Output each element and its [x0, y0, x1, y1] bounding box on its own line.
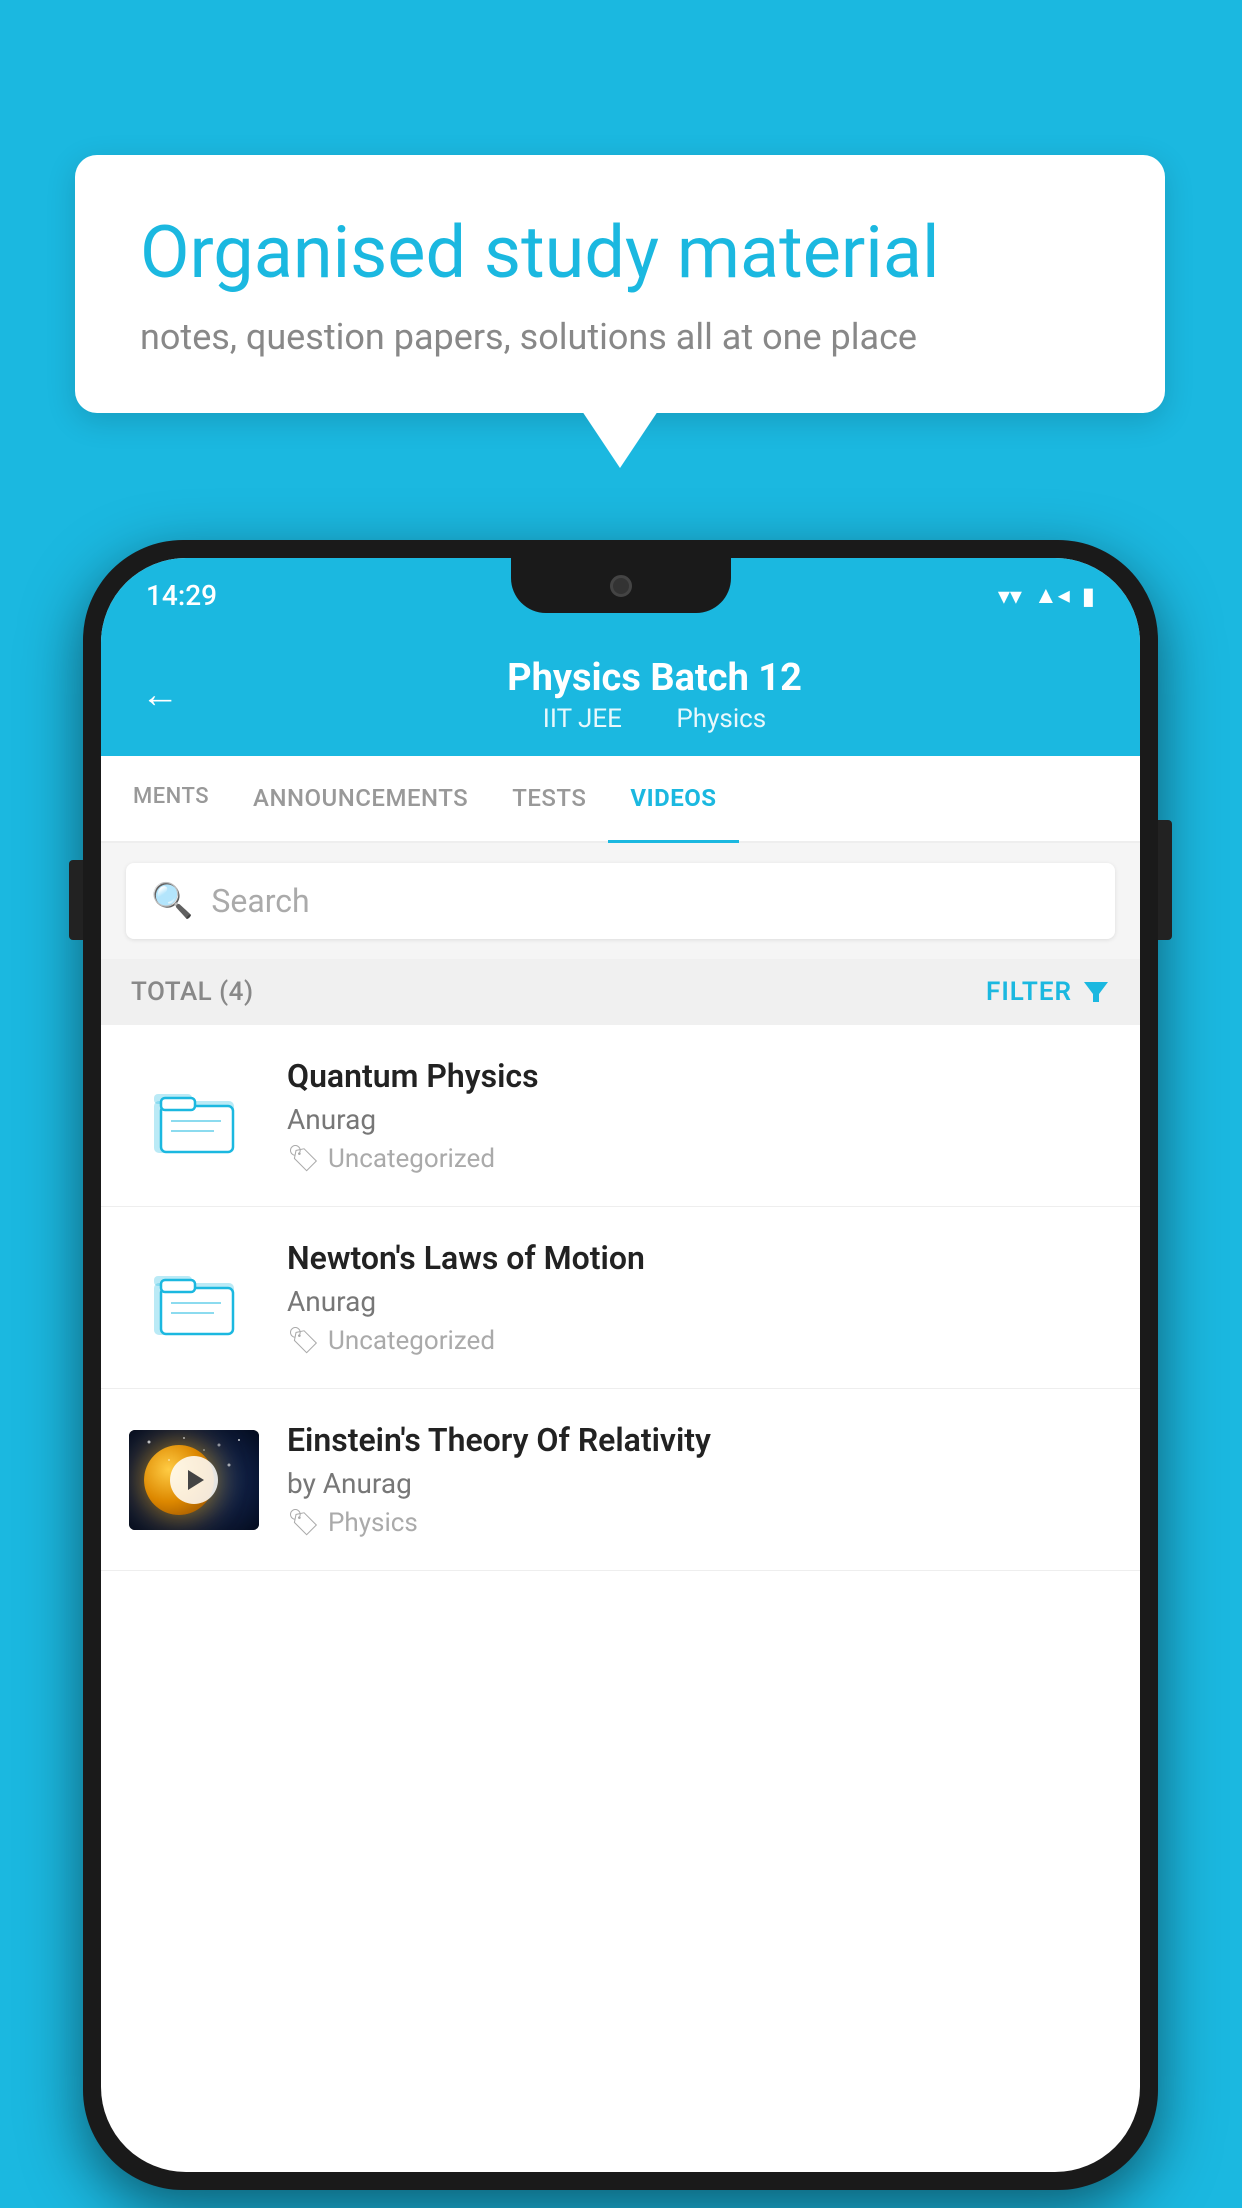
phone-screen: 14:29 ▾▾ ▲◂ ▮ ← Physics Batch 12 IIT JEE… — [101, 558, 1140, 2172]
video-author: by Anurag — [287, 1467, 1112, 1500]
video-tag: 🏷 Uncategorized — [287, 1144, 1112, 1174]
video-title: Quantum Physics — [287, 1057, 1112, 1095]
video-tag: 🏷 Physics — [287, 1508, 1112, 1538]
phone-outer: 14:29 ▾▾ ▲◂ ▮ ← Physics Batch 12 IIT JEE… — [83, 540, 1158, 2190]
video-title: Newton's Laws of Motion — [287, 1239, 1112, 1277]
back-button[interactable]: ← — [141, 673, 179, 717]
search-bar[interactable]: 🔍 Search — [126, 863, 1115, 939]
video-author: Anurag — [287, 1285, 1112, 1318]
search-input[interactable]: Search — [211, 882, 309, 920]
tab-videos[interactable]: VIDEOS — [608, 756, 738, 843]
status-icons: ▾▾ ▲◂ ▮ — [998, 581, 1095, 610]
app-header: ← Physics Batch 12 IIT JEE Physics — [101, 628, 1140, 756]
total-count: TOTAL (4) — [131, 977, 254, 1007]
play-triangle-icon — [188, 1470, 204, 1490]
search-container: 🔍 Search — [101, 843, 1140, 959]
video-tag: 🏷 Uncategorized — [287, 1326, 1112, 1356]
tag-icon: 🏷 — [287, 1144, 320, 1174]
list-item[interactable]: Einstein's Theory Of Relativity by Anura… — [101, 1389, 1140, 1571]
list-item[interactable]: Quantum Physics Anurag 🏷 Uncategorized — [101, 1025, 1140, 1207]
folder-thumb-newton — [129, 1258, 259, 1338]
header-title-wrap: Physics Batch 12 IIT JEE Physics — [209, 656, 1100, 734]
subtitle-iitjee: IIT JEE — [543, 704, 622, 734]
tag-icon: 🏷 — [287, 1326, 320, 1356]
folder-icon — [149, 1258, 239, 1338]
video-info-einstein: Einstein's Theory Of Relativity by Anura… — [287, 1421, 1112, 1538]
header-title: Physics Batch 12 — [209, 656, 1100, 700]
tag-icon: 🏷 — [287, 1508, 320, 1538]
speech-bubble: Organised study material notes, question… — [75, 155, 1165, 413]
tab-tests[interactable]: TESTS — [490, 756, 608, 843]
header-subtitle: IIT JEE Physics — [209, 704, 1100, 734]
folder-thumb-quantum — [129, 1076, 259, 1156]
status-time: 14:29 — [146, 579, 217, 612]
video-info-newton: Newton's Laws of Motion Anurag 🏷 Uncateg… — [287, 1239, 1112, 1356]
tab-announcements[interactable]: ANNOUNCEMENTS — [231, 756, 490, 843]
phone-frame: 14:29 ▾▾ ▲◂ ▮ ← Physics Batch 12 IIT JEE… — [83, 540, 1158, 2190]
play-button[interactable] — [170, 1456, 218, 1504]
bubble-subtitle: notes, question papers, solutions all at… — [140, 316, 1100, 358]
tabs-bar: MENTS ANNOUNCEMENTS TESTS VIDEOS — [101, 756, 1140, 843]
tab-ments[interactable]: MENTS — [111, 756, 231, 843]
video-title: Einstein's Theory Of Relativity — [287, 1421, 1112, 1459]
video-list: Quantum Physics Anurag 🏷 Uncategorized — [101, 1025, 1140, 1571]
video-info-quantum: Quantum Physics Anurag 🏷 Uncategorized — [287, 1057, 1112, 1174]
phone-notch — [511, 558, 731, 613]
video-author: Anurag — [287, 1103, 1112, 1136]
signal-icon: ▲◂ — [1034, 581, 1070, 610]
video-thumbnail-einstein — [129, 1430, 259, 1530]
wifi-icon: ▾▾ — [998, 582, 1022, 610]
folder-icon — [149, 1076, 239, 1156]
filter-bar: TOTAL (4) FILTER — [101, 959, 1140, 1025]
camera — [610, 575, 632, 597]
battery-icon: ▮ — [1082, 582, 1095, 610]
bubble-title: Organised study material — [140, 210, 1100, 296]
list-item[interactable]: Newton's Laws of Motion Anurag 🏷 Uncateg… — [101, 1207, 1140, 1389]
filter-button[interactable]: FILTER — [986, 977, 1110, 1007]
search-icon: 🔍 — [151, 881, 193, 921]
subtitle-physics: Physics — [676, 704, 766, 734]
